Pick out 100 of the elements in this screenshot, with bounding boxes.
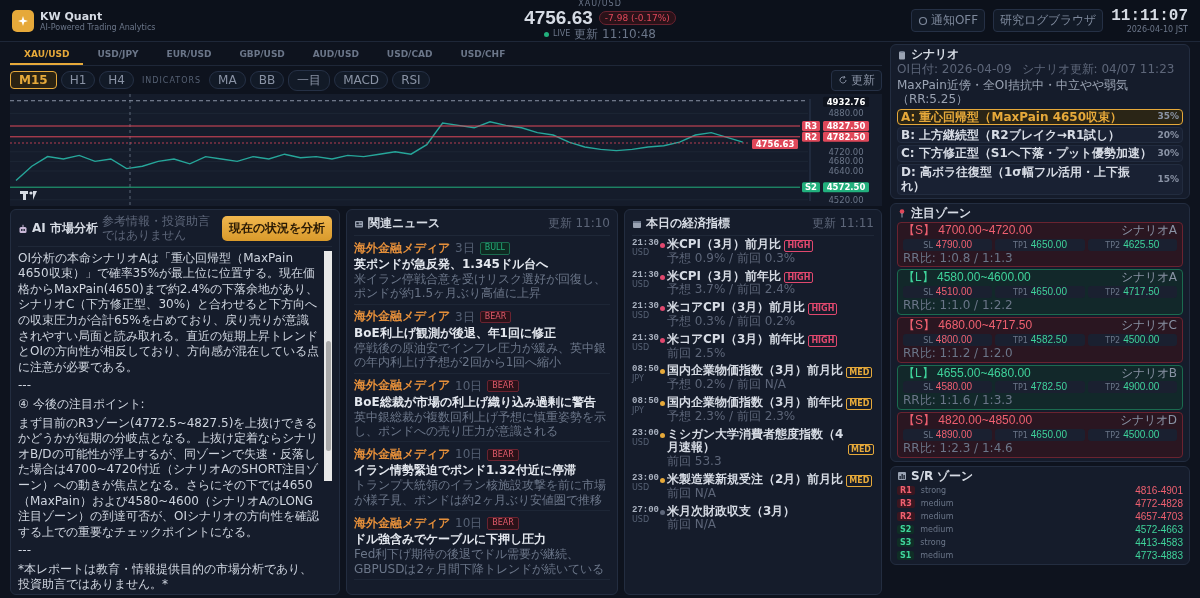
news-source: 海外金融メディア [354, 516, 450, 531]
event-currency: USD [632, 248, 651, 257]
zone-range: 4816-4901 [1135, 484, 1183, 496]
importance-tag: HIGH [808, 303, 838, 315]
level-value: 4650.00 [1030, 238, 1067, 251]
level-value: 4800.00 [935, 333, 972, 346]
scenario-meta: シナリオ更新: 04/07 11:23 [1021, 63, 1175, 77]
axis-label: 4720.00 [828, 146, 864, 157]
pair-tab[interactable]: USD/CAD [372, 44, 447, 65]
pair-tab[interactable]: GBP/USD [225, 44, 299, 65]
zone-scenario: シナリオB [1120, 366, 1177, 381]
sentiment-tag: BEAR [479, 311, 512, 324]
scenario-option[interactable]: A: 重心回帰型（MaxPain 4650収束） 35% [897, 108, 1183, 125]
app-title: KW Quant [40, 9, 104, 23]
news-headline[interactable]: イラン情勢緊迫でポンド1.32付近に停滞 [354, 463, 610, 479]
panel-title: AI 市場分析 [32, 220, 98, 238]
strength-label: medium [920, 511, 954, 521]
scenario-option[interactable]: C: 下方修正型（S1へ下落・プット優勢加速） 30% [897, 145, 1183, 162]
strength-label: medium [920, 498, 954, 508]
pair-tab[interactable]: AUD/USD [298, 44, 373, 65]
panel-title: S/R ゾーン [911, 469, 974, 483]
scenario-summary: MaxPain近傍・全OI拮抗中・中立やや弱気（RR:5.25） [897, 79, 1129, 107]
pair-tab[interactable]: XAU/USD [10, 44, 84, 65]
news-source: 海外金融メディア [354, 379, 450, 393]
level-tag: R2 [897, 511, 915, 521]
event-currency: USD [632, 279, 651, 289]
price-label: 4827.50 [823, 121, 869, 131]
scenario-option[interactable]: B: 上方継続型（R2ブレイク→R1試し） 20% [897, 126, 1183, 144]
news-age: 3日 [455, 308, 475, 326]
log-button[interactable]: 研究ログブラウザ [993, 9, 1104, 32]
indicator-button[interactable]: BB [249, 71, 285, 89]
event-name: ミシガン大学消費者態度指数（4月速報） [667, 427, 845, 455]
event-forecast: 予想 2.3% / 前回 2.3% [667, 409, 796, 424]
scrollbar[interactable] [324, 250, 332, 481]
level-label: TP2 [1105, 288, 1121, 298]
event-forecast: 前回 N/A [667, 486, 718, 501]
news-headline[interactable]: 英ポンドが急反発、1.345ドル台へ [354, 257, 610, 272]
importance-tag: MED [846, 475, 873, 487]
level-value: 4790.00 [935, 238, 972, 251]
pair-tab[interactable]: USD/CHF [446, 44, 520, 65]
event-currency: USD [632, 482, 651, 492]
indicator-button[interactable]: MA [209, 71, 246, 89]
sentiment-tag: BEAR [487, 517, 519, 530]
event-currency: JPY [632, 405, 645, 415]
event-forecast: 予想 0.3% / 前回 0.2% [667, 315, 797, 329]
level-value: 4580.00 [935, 381, 972, 394]
scenario-option[interactable]: D: 高ボラ往復型（1σ幅フル活用・上下振れ） 15% [897, 163, 1183, 195]
zone-scenario: シナリオA [1120, 271, 1177, 286]
level-tag: S1 [897, 550, 915, 560]
price-label: 4756.63 [752, 139, 798, 149]
news-headline[interactable]: ドル強含みでケーブルに下押し圧力 [354, 532, 610, 548]
level-tag: S3 [897, 537, 915, 547]
price-label: 4932.76 [823, 96, 869, 107]
indicator-button[interactable]: MACD [334, 71, 389, 89]
panel-title: 本日の経済指標 [646, 215, 730, 232]
event-name: 米CPI（3月）前月比 [667, 238, 782, 252]
news-age: 10日 [455, 515, 483, 533]
event-name: 米コアCPI（3月）前年比 [667, 332, 806, 347]
sentiment-tag: BULL [479, 242, 510, 255]
event-time: 08:50 [632, 364, 660, 375]
strength-label: strong [920, 537, 946, 547]
event-currency: USD [632, 342, 651, 352]
calendar-icon [632, 218, 642, 229]
sentiment-tag: BEAR [487, 448, 519, 462]
event-name: 米製造業新規受注（2月）前月比 [667, 472, 844, 487]
level-label: SL [923, 383, 933, 393]
pair-tab[interactable]: EUR/USD [152, 44, 226, 65]
event-name: 国内企業物価指数（3月）前年比 [667, 395, 844, 410]
level-label: TP1 [1013, 383, 1028, 393]
zone-range: 4572-4663 [1135, 523, 1183, 535]
analysis-text: *本レポートは教育・情報提供目的の市場分析であり、投資助言ではありません。* [18, 561, 313, 594]
level-value: 4625.50 [1123, 238, 1160, 251]
risk-reward: RR比: 1:2.3 / 1:4.6 [903, 441, 1014, 456]
importance-tag: MED [846, 366, 873, 379]
analysis-text: OI分析の本命シナリオAは「重心回帰型（MaxPain 4650収束）」で確率35%が最上位に位置する。現在価格からMaxPain(4650)まで約2.4%の下落余地があり、シナリオC（下方修正型、30%）と合わせると下方向への収束圧力が合計65%を占めており、戻り売りが意識されやすい局面と読み取れる。直近の短期上昇トレンドとOIの方向性が相反しており、方向感が混在している点に注意が必要である。 [18, 250, 320, 376]
update-time: 更新 11:11 [811, 215, 874, 232]
news-headline[interactable]: BoE総裁が市場の利上げ織り込み過剰に警告 [354, 394, 610, 410]
event-currency: USD [632, 437, 651, 447]
timeframe-button[interactable]: H4 [99, 71, 134, 89]
refresh-button[interactable]: 更新 [831, 69, 882, 91]
event-forecast: 予想 0.2% / 前回 N/A [667, 378, 787, 392]
indicators-label: INDICATORS [142, 75, 202, 85]
level-value: 4717.50 [1123, 286, 1160, 299]
indicator-button[interactable]: RSI [392, 71, 430, 89]
news-summary: 英中銀総裁が複数回利上げ予想に慎重姿勢を示し、ポンドへの売り圧力が意識される [354, 409, 607, 439]
timeframe-button[interactable]: H1 [60, 71, 96, 89]
pair-tab[interactable]: USD/JPY [83, 44, 153, 65]
level-value: 4582.50 [1030, 333, 1067, 346]
robot-icon [18, 223, 28, 234]
zone-range: 【S】 4820.00~4850.00 [903, 414, 1033, 428]
notification-button[interactable]: 通知OFF [910, 9, 986, 32]
news-headline[interactable]: BoE利上げ観測が後退、年1回に修正 [354, 325, 610, 341]
zone-range: 4772-4828 [1135, 497, 1183, 509]
importance-tag: MED [846, 398, 873, 410]
event-time: 27:00 [632, 504, 660, 515]
clock-time: 11:11:07 [1111, 7, 1188, 25]
analyze-button[interactable]: 現在の状況を分析 [222, 216, 332, 242]
indicator-button[interactable]: 一目 [288, 69, 331, 91]
timeframe-button[interactable]: M15 [10, 71, 57, 89]
panel-title: シナリオ [911, 48, 959, 62]
